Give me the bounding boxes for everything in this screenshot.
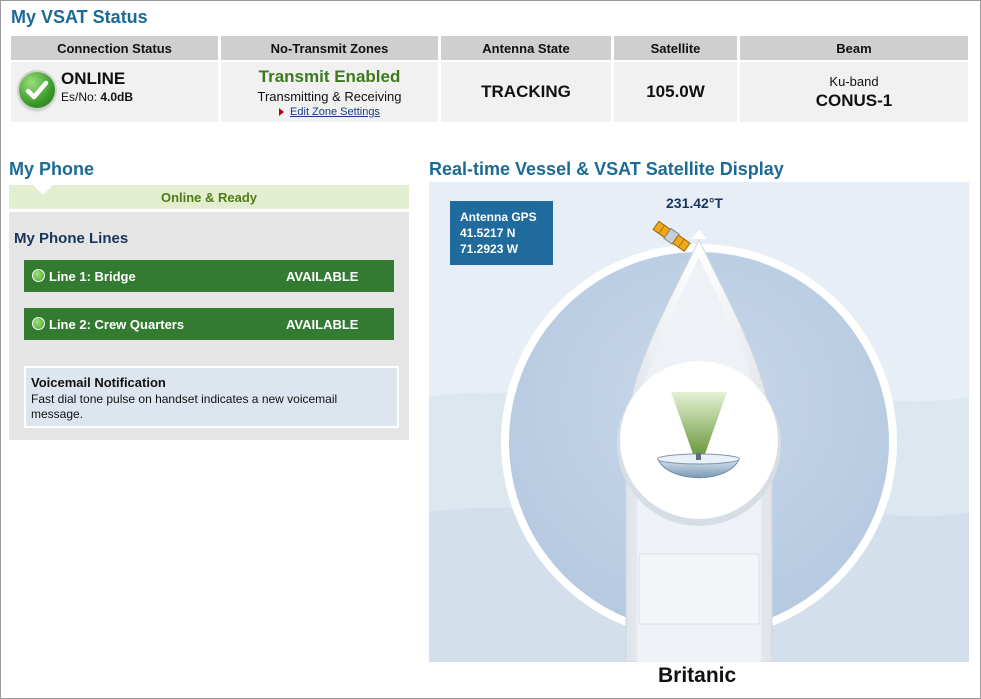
header-satellite: Satellite <box>614 36 737 60</box>
no-transmit-zones-cell: Transmit Enabled Transmitting & Receivin… <box>221 62 438 122</box>
esno-label: Es/No: <box>61 90 98 104</box>
phone-line-1[interactable]: Line 1: Bridge AVAILABLE <box>24 260 394 292</box>
vessel-name: Britanic <box>658 664 737 687</box>
header-antenna-state: Antenna State <box>441 36 611 60</box>
phone-pointer-notch <box>32 184 54 195</box>
header-connection-status: Connection Status <box>11 36 218 60</box>
phone-line-status: AVAILABLE <box>286 317 359 332</box>
vessel-cabin <box>638 553 760 625</box>
esno-value: 4.0dB <box>100 90 134 104</box>
vsat-status-table: Connection Status No-Transmit Zones Ante… <box>11 36 968 122</box>
phone-line-status: AVAILABLE <box>286 269 359 284</box>
beam-cell: Ku-band CONUS-1 <box>740 62 968 122</box>
status-dot-icon <box>32 317 45 330</box>
gps-longitude: 71.2923 W <box>460 242 519 256</box>
connection-status-value: ONLINE <box>61 69 126 88</box>
antenna-gps-box: Antenna GPS 41.5217 N 71.2923 W <box>450 201 553 265</box>
phone-panel: My Phone Lines Line 1: Bridge AVAILABLE … <box>9 212 409 440</box>
north-marker <box>691 230 707 239</box>
display-title: Real-time Vessel & VSAT Satellite Displa… <box>429 159 784 179</box>
phone-line-name: Line 2: Crew Quarters <box>49 317 185 332</box>
phone-line-name: Line 1: Bridge <box>49 269 136 284</box>
voicemail-title: Voicemail Notification <box>31 375 166 390</box>
phone-line-2[interactable]: Line 2: Crew Quarters AVAILABLE <box>24 308 394 340</box>
edit-zone-settings-label: Edit Zone Settings <box>290 105 380 118</box>
antenna-state-value: TRACKING <box>481 82 571 101</box>
transmit-state: Transmit Enabled <box>258 66 401 86</box>
connection-status-cell: ONLINE Es/No: 4.0dB <box>11 62 218 122</box>
phone-title: My Phone <box>9 159 95 179</box>
header-no-transmit-zones: No-Transmit Zones <box>221 36 438 60</box>
phone-lines-title: My Phone Lines <box>14 230 129 247</box>
satellite-value: 105.0W <box>646 82 705 101</box>
checkmark-icon <box>19 72 55 108</box>
gps-latitude: 41.5217 N <box>460 226 516 240</box>
antenna-state-cell: TRACKING <box>441 62 611 122</box>
beam-name: CONUS-1 <box>815 90 893 110</box>
beam-band: Ku-band <box>829 73 879 89</box>
status-dot-icon <box>32 269 45 282</box>
transmit-detail: Transmitting & Receiving <box>257 88 402 104</box>
edit-zone-settings-link[interactable]: Edit Zone Settings <box>279 106 380 118</box>
vsat-title: My VSAT Status <box>11 7 148 27</box>
gps-label: Antenna GPS <box>460 210 537 224</box>
phone-status-bar: Online & Ready <box>9 185 409 209</box>
header-beam: Beam <box>740 36 968 60</box>
connection-status-text: ONLINE Es/No: 4.0dB <box>61 69 133 104</box>
heading-readout: 231.42°T <box>666 195 723 211</box>
arrow-right-icon <box>279 107 285 116</box>
voicemail-text: Fast dial tone pulse on handset indicate… <box>31 392 338 421</box>
satellite-cell: 105.0W <box>614 62 737 122</box>
voicemail-notification: Voicemail Notification Fast dial tone pu… <box>24 366 399 428</box>
